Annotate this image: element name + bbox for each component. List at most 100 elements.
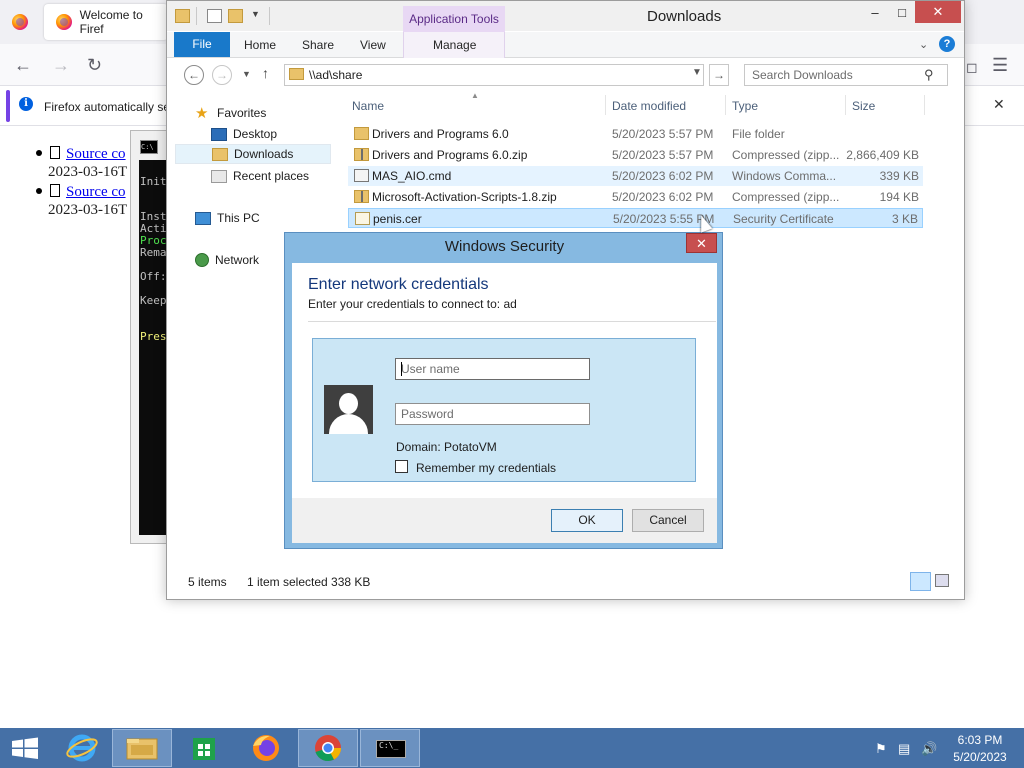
hamburger-menu-icon[interactable]: ☰ xyxy=(992,55,1008,75)
properties-icon[interactable] xyxy=(207,9,222,23)
remember-credentials-label[interactable]: Remember my credentials xyxy=(416,461,556,475)
large-icons-view-icon[interactable] xyxy=(935,574,949,587)
certificate-icon xyxy=(355,212,370,225)
network-tray-icon[interactable]: ▤ xyxy=(898,741,910,757)
go-button[interactable]: → xyxy=(709,64,729,86)
forward-button[interactable]: → xyxy=(212,65,232,85)
windows-security-dialog[interactable]: Windows Security ✕ Enter network credent… xyxy=(284,232,723,549)
cancel-button[interactable]: Cancel xyxy=(632,509,704,532)
forward-arrow-icon[interactable]: → xyxy=(52,55,70,75)
status-item-count: 5 items xyxy=(188,575,227,589)
file-name: penis.cer xyxy=(373,212,422,226)
start-button[interactable] xyxy=(0,728,50,768)
reload-icon[interactable]: ↻ xyxy=(87,55,102,75)
ok-button[interactable]: OK xyxy=(551,509,623,532)
minimize-button[interactable]: – xyxy=(861,3,889,23)
file-row[interactable]: Drivers and Programs 6.0 5/20/2023 5:57 … xyxy=(348,124,923,144)
column-type[interactable]: Type xyxy=(732,99,758,113)
address-text[interactable]: \\ad\share xyxy=(309,68,362,82)
nav-favorites[interactable]: ★ Favorites xyxy=(175,103,331,123)
firefox-tab-welcome[interactable]: Welcome to Firef xyxy=(44,4,168,40)
nav-recent-places[interactable]: Recent places xyxy=(175,166,331,186)
taskbar-file-explorer[interactable] xyxy=(112,729,172,767)
column-divider[interactable] xyxy=(924,95,925,115)
document-icon xyxy=(50,184,60,197)
close-icon[interactable]: ✕ xyxy=(993,96,1005,113)
file-row[interactable]: penis.cer 5/20/2023 5:55 PM Security Cer… xyxy=(348,208,923,228)
source-link[interactable]: Source co xyxy=(66,184,126,200)
column-divider[interactable] xyxy=(725,95,726,115)
tab-share[interactable]: Share xyxy=(302,38,334,52)
close-button[interactable]: ✕ xyxy=(686,233,717,253)
column-divider[interactable] xyxy=(845,95,846,115)
file-size: 3 KB xyxy=(891,212,918,226)
back-arrow-icon[interactable]: ← xyxy=(14,55,32,75)
maximize-button[interactable]: □ xyxy=(889,3,915,23)
tab-view[interactable]: View xyxy=(360,38,386,52)
list-item: Source co xyxy=(34,184,126,201)
file-row[interactable]: Drivers and Programs 6.0.zip 5/20/2023 5… xyxy=(348,145,923,165)
details-view-icon[interactable] xyxy=(910,572,931,591)
nav-this-pc[interactable]: This PC xyxy=(175,208,331,228)
expand-ribbon-icon[interactable]: ⌄ xyxy=(919,38,928,51)
file-row[interactable]: MAS_AIO.cmd 5/20/2023 6:02 PM Windows Co… xyxy=(348,166,923,186)
column-divider[interactable] xyxy=(605,95,606,115)
new-folder-icon[interactable] xyxy=(228,9,243,23)
domain-label: Domain: PotatoVM xyxy=(396,440,497,454)
firefox-tab-icon xyxy=(56,14,72,30)
nav-downloads[interactable]: Downloads xyxy=(175,144,331,164)
firefox-toolbar-icon[interactable]: ◻ xyxy=(966,57,978,77)
column-name[interactable]: Name xyxy=(352,99,384,113)
dialog-title: Windows Security xyxy=(444,238,565,255)
help-icon[interactable]: ? xyxy=(939,36,955,52)
store-icon xyxy=(193,738,215,760)
close-button[interactable]: ✕ xyxy=(915,1,961,23)
column-date-modified[interactable]: Date modified xyxy=(612,99,686,113)
nav-label: Desktop xyxy=(233,127,278,141)
internet-explorer-icon xyxy=(66,734,98,762)
back-button[interactable]: ← xyxy=(184,65,204,85)
taskbar-firefox[interactable] xyxy=(236,729,296,767)
notification-text: Firefox automatically se xyxy=(44,100,171,114)
volume-icon[interactable]: 🔊 xyxy=(921,741,937,757)
firefox-menu-icon[interactable] xyxy=(12,14,28,30)
search-icon[interactable]: ⚲ xyxy=(924,67,934,83)
windows-logo-icon xyxy=(12,737,38,759)
clock-date[interactable]: 5/20/2023 xyxy=(942,750,1018,764)
password-input[interactable] xyxy=(395,403,590,425)
taskbar-internet-explorer[interactable] xyxy=(52,729,112,767)
nav-label: Downloads xyxy=(234,147,294,161)
list-item-date: 2023-03-16T xyxy=(48,164,128,180)
nav-label: This PC xyxy=(217,211,260,225)
taskbar-chrome[interactable] xyxy=(298,729,358,767)
dialog-subtitle: Enter your credentials to connect to: ad xyxy=(308,297,517,311)
notification-accent xyxy=(6,90,10,122)
column-size[interactable]: Size xyxy=(852,99,875,113)
downloads-folder-icon xyxy=(212,147,228,161)
remember-credentials-checkbox[interactable] xyxy=(395,460,408,473)
action-center-flag-icon[interactable]: ⚑ xyxy=(875,741,887,757)
clock-time[interactable]: 6:03 PM xyxy=(942,733,1018,747)
tab-home[interactable]: Home xyxy=(244,38,276,52)
title-bar[interactable] xyxy=(167,1,964,31)
network-icon xyxy=(195,253,209,267)
source-link[interactable]: Source co xyxy=(66,146,126,162)
tab-manage[interactable]: Manage xyxy=(433,38,476,52)
taskbar-command-prompt[interactable]: C:\_ xyxy=(360,729,420,767)
taskbar-store[interactable] xyxy=(174,729,234,767)
customize-quick-access-icon[interactable]: ▼ xyxy=(251,9,260,19)
list-item-date: 2023-03-16T xyxy=(48,202,128,218)
address-dropdown-icon[interactable]: ▼ xyxy=(692,67,702,78)
divider xyxy=(196,7,197,25)
file-type: Compressed (zipp... xyxy=(732,148,840,162)
search-placeholder: Search Downloads xyxy=(752,68,853,82)
up-arrow-icon[interactable]: ↑ xyxy=(262,65,269,81)
file-row[interactable]: Microsoft-Activation-Scripts-1.8.zip 5/2… xyxy=(348,187,923,207)
username-input[interactable] xyxy=(395,358,590,380)
bullet xyxy=(36,188,42,194)
console-line: Off: xyxy=(140,270,167,283)
recent-locations-icon[interactable]: ▼ xyxy=(242,69,251,79)
tab-file[interactable]: File xyxy=(174,32,230,57)
console-output: Init Inst Acti Proc Rema Off: Keep Pres xyxy=(139,160,169,535)
nav-desktop[interactable]: Desktop xyxy=(175,124,331,144)
